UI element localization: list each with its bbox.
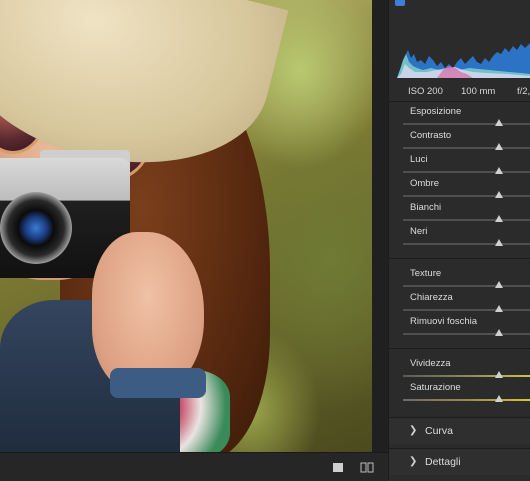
slider-thumb[interactable] [495,143,503,150]
panel-divider [372,0,388,480]
slider-label: Bianchi [410,202,442,213]
slider-thumb[interactable] [495,281,503,288]
photo-camera-lens [0,192,72,264]
slider-thumb[interactable] [495,167,503,174]
histogram [397,43,530,78]
slider-label: Texture [410,268,442,279]
slider-track[interactable] [403,195,530,197]
section-title: Curva [425,425,454,437]
slider-label: Neri [410,226,428,237]
slider-thumb[interactable] [495,395,503,402]
divider [389,101,530,102]
slider-label: Luci [410,154,428,165]
divider [389,258,530,259]
single-view-icon[interactable] [331,461,345,473]
slider-chiarezza[interactable]: Chiarezza [389,290,530,314]
slider-label: Esposizione [410,106,462,117]
chevron-right-icon: ❯ [409,425,418,436]
slider-vividezza[interactable]: Vividezza [389,356,530,380]
slider-thumb[interactable] [495,215,503,222]
slider-track[interactable] [403,147,530,149]
divider [389,348,530,349]
photo-sleeve-cuff [110,368,206,398]
slider-bianchi[interactable]: Bianchi [389,200,530,224]
canvas-bottom-toolbar [0,452,388,481]
slider-texture[interactable]: Texture [389,266,530,290]
slider-thumb[interactable] [495,305,503,312]
slider-track[interactable] [403,375,530,377]
slider-ombre[interactable]: Ombre [389,176,530,200]
section-curva[interactable]: ❯ Curva [389,417,530,444]
slider-track[interactable] [403,333,530,335]
compare-view-icon[interactable] [360,461,374,473]
slider-luci[interactable]: Luci [389,152,530,176]
aperture-value: f/2, [517,86,530,97]
slider-track[interactable] [403,399,530,401]
slider-track[interactable] [403,243,530,245]
slider-saturazione[interactable]: Saturazione [389,380,530,404]
slider-thumb[interactable] [495,371,503,378]
slider-track[interactable] [403,219,530,221]
slider-label: Contrasto [410,130,452,141]
slider-label: Chiarezza [410,292,453,303]
iso-value: ISO 200 [408,86,443,97]
panel-top-icon[interactable] [395,0,405,6]
focal-length-value: 100 mm [461,86,496,97]
edit-panel: ISO 200 100 mm f/2, Esposizione Contrast… [388,0,530,480]
slider-esposizione[interactable]: Esposizione [389,104,530,128]
slider-thumb[interactable] [495,119,503,126]
slider-neri[interactable]: Neri [389,224,530,248]
slider-label: Saturazione [410,382,461,393]
slider-track[interactable] [403,123,530,125]
slider-contrasto[interactable]: Contrasto [389,128,530,152]
slider-track[interactable] [403,171,530,173]
slider-label: Vividezza [410,358,451,369]
chevron-right-icon: ❯ [409,456,418,467]
section-title: Dettagli [425,456,461,468]
slider-thumb[interactable] [495,191,503,198]
photo-canvas[interactable] [0,0,372,452]
slider-label: Rimuovi foschia [410,316,478,327]
slider-label: Ombre [410,178,440,189]
slider-rimuovi-foschia[interactable]: Rimuovi foschia [389,314,530,338]
camera-info-bar: ISO 200 100 mm f/2, [389,84,530,98]
slider-track[interactable] [403,309,530,311]
slider-track[interactable] [403,285,530,287]
section-dettagli[interactable]: ❯ Dettagli [389,448,530,475]
slider-thumb[interactable] [495,239,503,246]
slider-thumb[interactable] [495,329,503,336]
